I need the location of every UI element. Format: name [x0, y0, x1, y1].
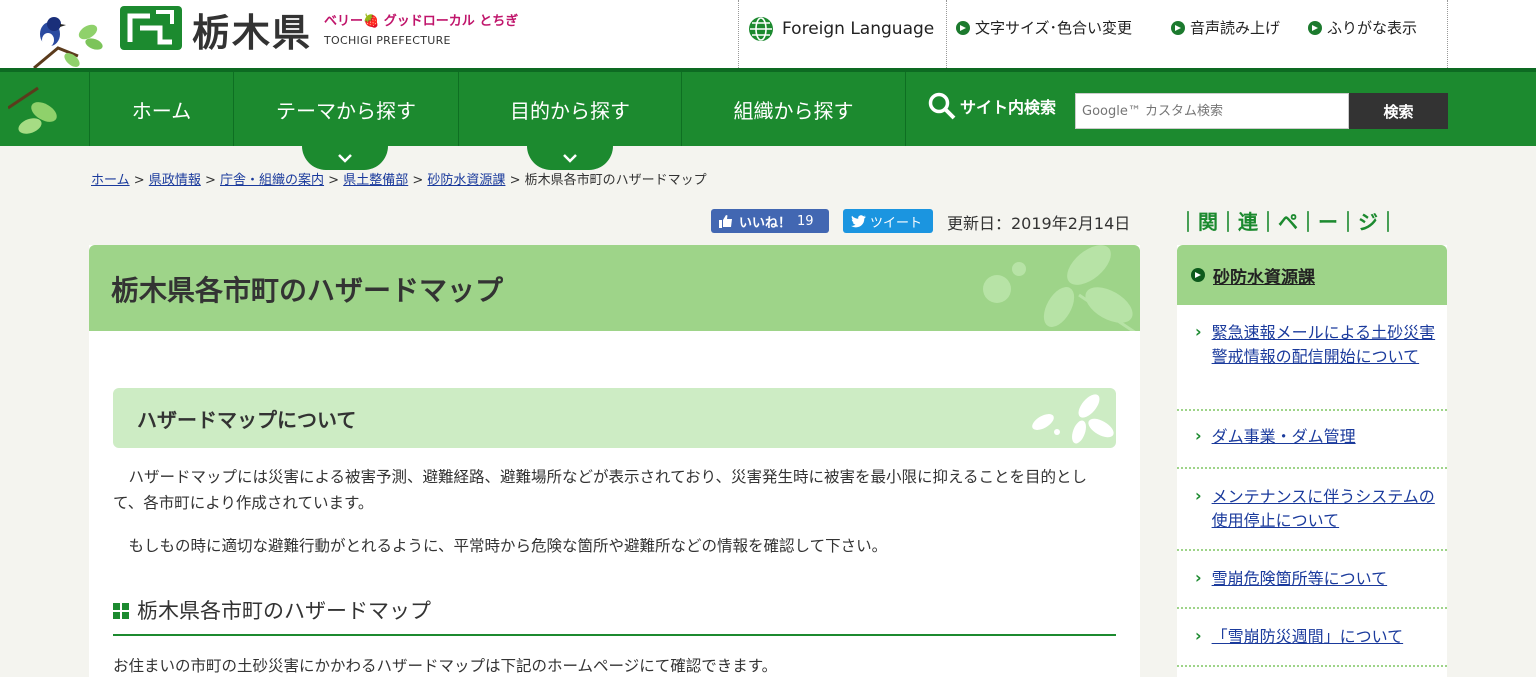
sidebar-item[interactable]: › 「雪崩防災週間」について: [1177, 625, 1447, 667]
sidebar-item-link[interactable]: 「雪崩防災週間」について: [1212, 625, 1404, 665]
chevron-right-icon: ›: [1195, 486, 1202, 505]
read-aloud-label: 音声読み上げ: [1190, 19, 1281, 37]
breadcrumb-separator: >: [204, 173, 216, 188]
breadcrumb-current: 栃木県各市町のハザードマップ: [524, 173, 707, 188]
site-search-label: サイト内検索: [928, 92, 1056, 120]
sidebar-item-link[interactable]: 緊急速報メールによる土砂災害警戒情報の配信開始について: [1212, 321, 1437, 409]
subsection-heading: 栃木県各市町のハザードマップ: [113, 595, 1116, 636]
header-divider: [946, 0, 947, 68]
like-count: 19: [797, 213, 814, 229]
breadcrumb-separator: >: [509, 173, 521, 188]
breadcrumb-link-erosion-control[interactable]: 砂防水資源課: [427, 173, 505, 188]
nav-purpose[interactable]: 目的から探す: [458, 72, 681, 146]
related-pages-title: ｜関｜連｜ペ｜ー｜ジ｜: [1178, 210, 1398, 234]
section-title: ハザードマップについて: [137, 408, 357, 432]
sidebar-item[interactable]: › ダム事業・ダム管理: [1177, 425, 1447, 469]
sidebar-item[interactable]: › メンテナンスに伴うシステムの使用停止について: [1177, 485, 1447, 551]
sidebar-item[interactable]: › 緊急速報メールによる土砂災害警戒情報の配信開始について: [1177, 321, 1447, 411]
bird-logo-icon: [33, 17, 103, 68]
foreign-language-label: Foreign Language: [782, 19, 935, 39]
chevron-right-icon: ›: [1195, 626, 1202, 645]
subsection-title: 栃木県各市町のハザードマップ: [137, 599, 431, 623]
breadcrumb: ホーム > 県政情報 > 庁舎・組織の案内 > 県土整備部 > 砂防水資源課 >…: [91, 169, 707, 188]
thumbs-up-icon: [719, 215, 732, 228]
breadcrumb-separator: >: [328, 173, 340, 188]
updated-date: 更新日：2019年2月14日: [947, 214, 1131, 233]
like-label: いいね！: [739, 215, 792, 231]
tweet-button[interactable]: ツイート: [843, 209, 933, 233]
sidebar-item-link[interactable]: ダム事業・ダム管理: [1212, 425, 1356, 467]
arrow-bullet-icon: [1171, 20, 1185, 35]
search-icon: [928, 92, 956, 120]
sidebar-item-link[interactable]: 雪崩危険箇所等について: [1212, 567, 1388, 607]
intro-paragraph: ハザードマップには災害による被害予測、避難経路、避難場所などが表示されており、災…: [113, 468, 1088, 513]
site-logo-title[interactable]: 栃木県: [192, 2, 312, 57]
arrow-bullet-icon: [1308, 20, 1322, 35]
breadcrumb-link-offices[interactable]: 庁舎・組織の案内: [220, 173, 324, 188]
site-search-text: サイト内検索: [960, 98, 1057, 117]
nav-theme-label: テーマから探す: [276, 98, 416, 123]
nav-organization[interactable]: 組織から探す: [681, 72, 906, 146]
sidebar-head: 砂防水資源課: [1177, 245, 1447, 305]
sidebar-head-link[interactable]: 砂防水資源課: [1213, 263, 1315, 288]
nav-home-label: ホーム: [131, 98, 192, 123]
section-heading-banner: ハザードマップについて: [113, 388, 1116, 448]
related-pages-sidebar: 砂防水資源課 › 緊急速報メールによる土砂災害警戒情報の配信開始について › ダ…: [1177, 245, 1447, 677]
page-title-banner: 栃木県各市町のハザードマップ: [89, 245, 1140, 331]
global-nav: ホーム テーマから探す 目的から探す 組織から探す サイト内検索 検索: [0, 68, 1536, 170]
chevron-down-icon: [338, 154, 352, 163]
arrow-bullet-icon: [956, 20, 970, 35]
main-content: 栃木県各市町のハザードマップ ハザードマップについて ハザードマップには災害によ…: [89, 245, 1140, 677]
nav-organization-label: 組織から探す: [733, 98, 854, 123]
prefecture-mark-icon: [120, 6, 182, 50]
text-size-color-link[interactable]: 文字サイズ･色合い変更: [956, 17, 1132, 38]
leaf-decoration-icon: [1032, 394, 1114, 444]
read-aloud-link[interactable]: 音声読み上げ: [1171, 17, 1280, 38]
foreign-language-link[interactable]: Foreign Language: [748, 16, 934, 42]
leaf-decoration-icon: [983, 245, 1136, 331]
chevron-right-icon: ›: [1195, 426, 1202, 445]
search-input[interactable]: [1075, 93, 1349, 129]
nav-theme[interactable]: テーマから探す: [233, 72, 458, 146]
site-logo-english: TOCHIGI PREFECTURE: [324, 34, 451, 47]
search-button[interactable]: 検索: [1349, 93, 1448, 129]
furigana-label: ふりがな表示: [1327, 19, 1418, 37]
advice-paragraph: もしもの時に適切な避難行動がとれるように、平常時から危険な箇所や避難所などの情報…: [113, 537, 888, 555]
facebook-like-button[interactable]: いいね！ 19: [711, 209, 829, 233]
sidebar-item[interactable]: › 雪崩危険箇所等について: [1177, 567, 1447, 609]
header-divider: [1447, 0, 1448, 68]
chevron-down-icon: [563, 154, 577, 163]
tweet-label: ツイート: [870, 215, 923, 231]
breadcrumb-separator: >: [133, 173, 145, 188]
nav-home[interactable]: ホーム: [89, 72, 233, 146]
breadcrumb-link-public-works[interactable]: 県土整備部: [343, 173, 408, 188]
site-slogan: ベリー🍓 グッドローカル とちぎ: [324, 14, 519, 29]
nav-theme-dropdown-tab[interactable]: [302, 146, 388, 170]
sidebar-item-link[interactable]: メンテナンスに伴うシステムの使用停止について: [1212, 485, 1437, 549]
municipal-paragraph: お住まいの市町の土砂災害にかかわるハザードマップは下記のホームページにて確認でき…: [113, 657, 778, 675]
page-title: 栃木県各市町のハザードマップ: [111, 274, 504, 307]
furigana-link[interactable]: ふりがな表示: [1308, 17, 1417, 38]
breadcrumb-link-prefectural-info[interactable]: 県政情報: [149, 173, 201, 188]
nav-purpose-label: 目的から探す: [510, 98, 630, 123]
globe-icon: [749, 17, 773, 41]
nav-purpose-dropdown-tab[interactable]: [527, 146, 613, 170]
chevron-right-icon: ›: [1195, 322, 1202, 341]
chevron-right-icon: ›: [1195, 568, 1202, 587]
breadcrumb-link-home[interactable]: ホーム: [91, 173, 130, 188]
twitter-bird-icon: [851, 214, 866, 227]
breadcrumb-separator: >: [412, 173, 424, 188]
arrow-bullet-icon: [1191, 268, 1205, 282]
site-header: 栃木県 ベリー🍓 グッドローカル とちぎ TOCHIGI PREFECTURE …: [0, 0, 1536, 68]
leaf-decoration-icon: [8, 86, 57, 134]
square-bullet-icon: [113, 603, 129, 619]
text-size-color-label: 文字サイズ･色合い変更: [975, 19, 1133, 37]
